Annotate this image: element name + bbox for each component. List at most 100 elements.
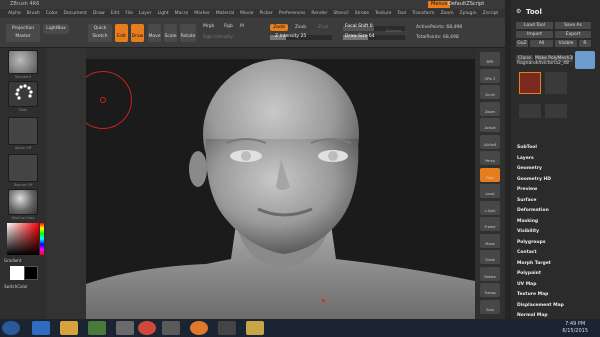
section-layers[interactable]: Layers — [517, 154, 597, 164]
media-icon[interactable] — [88, 321, 106, 335]
visible-button[interactable]: Visible — [555, 40, 577, 47]
menu-zscript[interactable]: Zscript — [483, 11, 499, 16]
shelf-floor-button[interactable]: Floor — [480, 167, 500, 182]
lightbox-button[interactable]: LightBox — [43, 24, 69, 34]
menu-stroke[interactable]: Stroke — [355, 11, 369, 16]
tool-thumb-polymesh[interactable] — [545, 104, 567, 118]
shelf-bpr-button[interactable]: BPR — [480, 52, 500, 66]
shelf-l-sym-button[interactable]: L.Sym — [480, 200, 500, 215]
shelf-solo-button[interactable]: Solo — [480, 299, 500, 314]
texture-thumbnail[interactable] — [8, 154, 38, 182]
shelf-transp-button[interactable]: Transp — [480, 283, 500, 297]
tool-thumb-sphere3d[interactable] — [545, 72, 567, 94]
chrome-icon[interactable] — [138, 321, 156, 335]
menu-stencil[interactable]: Stencil — [333, 11, 348, 16]
menu-document[interactable]: Document — [64, 11, 87, 16]
section-texture-map[interactable]: Texture Map — [517, 290, 597, 300]
shelf-actual-button[interactable]: Actual — [480, 118, 500, 132]
menu-file[interactable]: File — [125, 11, 133, 16]
shelf-spix-3-button[interactable]: SPix 3 — [480, 68, 500, 83]
tool-thumb-current[interactable] — [519, 72, 541, 94]
menu-zoom[interactable]: Zoom — [441, 11, 454, 16]
menu-texture[interactable]: Texture — [375, 11, 391, 16]
switch-color-label[interactable]: SwitchColor — [4, 284, 34, 289]
menu-preferences[interactable]: Preferences — [279, 11, 305, 16]
section-uv-map[interactable]: UV Map — [517, 280, 597, 290]
explorer-icon[interactable] — [60, 321, 78, 335]
zbrush-taskbar-icon[interactable] — [218, 321, 236, 335]
brush-thumbnail[interactable] — [8, 50, 38, 74]
menu-alpha[interactable]: Alpha — [8, 11, 21, 16]
viewport[interactable] — [86, 59, 475, 319]
stroke-thumbnail[interactable] — [8, 81, 38, 107]
r-button[interactable]: R — [579, 40, 591, 47]
menu-render[interactable]: Render — [311, 11, 327, 16]
section-deformation[interactable]: Deformation — [517, 206, 597, 216]
menu-layer[interactable]: Layer — [139, 11, 152, 16]
menus-button[interactable]: Menus — [428, 1, 451, 8]
projection-master-button[interactable]: Projection Master — [6, 24, 40, 42]
tool-thumb-zsphere[interactable] — [519, 104, 541, 118]
m-toggle[interactable]: M — [240, 24, 244, 29]
firefox-icon[interactable] — [190, 321, 208, 335]
menu-macro[interactable]: Macro — [175, 11, 189, 16]
section-morph-target[interactable]: Morph Target — [517, 259, 597, 269]
import-button[interactable]: Import — [516, 31, 553, 38]
scale-button[interactable]: Scale — [164, 24, 177, 42]
dynamic-toggle[interactable]: Dynamic — [386, 29, 401, 33]
menu-color[interactable]: Color — [46, 11, 58, 16]
color-picker[interactable] — [7, 223, 39, 255]
section-surface[interactable]: Surface — [517, 196, 597, 206]
rotate-button[interactable]: Rotate — [180, 24, 196, 42]
menu-transform[interactable]: Transform — [412, 11, 434, 16]
menu-tool[interactable]: Tool — [397, 11, 406, 16]
goz-button[interactable]: GoZ — [516, 40, 528, 47]
ie-icon[interactable] — [32, 321, 50, 335]
script-label[interactable]: DefaultZScript — [448, 0, 484, 9]
material-thumbnail[interactable] — [8, 189, 38, 215]
menu-light[interactable]: Light — [157, 11, 168, 16]
quick-sketch-button[interactable]: Quick Sketch — [88, 24, 112, 42]
zadd-button[interactable]: Zadd — [270, 24, 288, 31]
draw-button[interactable]: Draw — [131, 24, 144, 42]
section-preview[interactable]: Preview — [517, 185, 597, 195]
system-clock[interactable]: 7:49 PM 6/15/2015 — [562, 321, 588, 335]
menu-movie[interactable]: Movie — [240, 11, 253, 16]
rgb-intensity-slider[interactable]: Rgb Intensity — [203, 35, 233, 40]
all-button[interactable]: All — [530, 40, 553, 47]
menu-brush[interactable]: Brush — [27, 11, 40, 16]
section-masking[interactable]: Masking — [517, 217, 597, 227]
shelf-rotate-button[interactable]: Rotate — [480, 266, 500, 281]
section-geometry[interactable]: Geometry — [517, 164, 597, 174]
section-visibility[interactable]: Visibility — [517, 227, 597, 237]
shelf-persp-button[interactable]: Persp — [480, 151, 500, 165]
section-contact[interactable]: Contact — [517, 248, 597, 258]
section-geometry-hd[interactable]: Geometry HD — [517, 175, 597, 185]
section-polypaint[interactable]: Polypaint — [517, 269, 597, 279]
zcut-button[interactable]: Zcut — [318, 25, 328, 30]
start-button[interactable] — [2, 321, 20, 335]
menu-zplugin[interactable]: Zplugin — [460, 11, 477, 16]
shelf-scroll-button[interactable]: Scroll — [480, 85, 500, 99]
gear-icon[interactable]: ⚙ — [516, 8, 521, 15]
save-as-button[interactable]: Save As — [555, 22, 591, 29]
shelf-local-button[interactable]: Local — [480, 184, 500, 198]
app-icon[interactable] — [116, 321, 134, 335]
shelf-aahalf-button[interactable]: AAHalf — [480, 134, 500, 149]
archive-icon[interactable] — [246, 321, 264, 335]
calc-icon[interactable] — [162, 321, 180, 335]
section-subtool[interactable]: SubTool — [517, 143, 597, 153]
menu-edit[interactable]: Edit — [111, 11, 120, 16]
shelf-scale-button[interactable]: Scale — [480, 250, 500, 264]
menu-marker[interactable]: Marker — [194, 11, 210, 16]
main-color-swatch[interactable] — [10, 266, 24, 280]
menu-material[interactable]: Material — [216, 11, 234, 16]
hue-strip[interactable] — [40, 223, 44, 255]
section-displacement-map[interactable]: Displacement Map — [517, 301, 597, 311]
move-button[interactable]: Move — [148, 24, 161, 42]
secondary-color-swatch[interactable] — [24, 266, 38, 280]
menu-picker[interactable]: Picker — [259, 11, 272, 16]
load-tool-button[interactable]: Load Tool — [516, 22, 553, 29]
shelf-frame-button[interactable]: Frame — [480, 217, 500, 231]
dropper-icon[interactable] — [575, 51, 595, 69]
